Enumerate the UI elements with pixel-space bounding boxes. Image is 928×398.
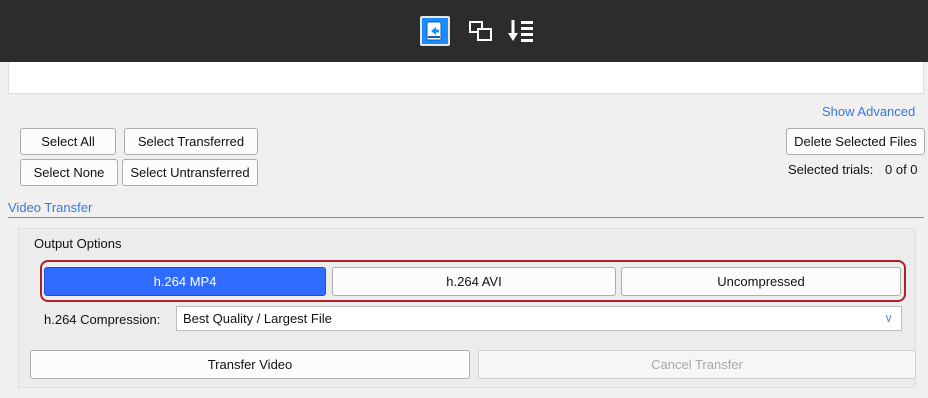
chevron-down-icon: ∨: [884, 311, 893, 325]
file-list-area[interactable]: [8, 62, 924, 94]
video-transfer-title: Video Transfer: [8, 200, 93, 215]
select-untransferred-button[interactable]: Select Untransferred: [122, 159, 258, 186]
selected-trials-value: 0 of 0: [885, 162, 918, 177]
format-avi-button[interactable]: h.264 AVI: [332, 267, 616, 296]
selected-trials-label: Selected trials:: [788, 162, 874, 177]
sort-download-icon[interactable]: [506, 16, 536, 46]
copy-windows-icon[interactable]: [466, 16, 496, 46]
video-transfer-icon[interactable]: [420, 16, 450, 46]
top-toolbar: [0, 0, 928, 62]
show-advanced-link[interactable]: Show Advanced: [822, 104, 915, 119]
cancel-transfer-button[interactable]: Cancel Transfer: [478, 350, 916, 379]
compression-label: h.264 Compression:: [44, 312, 161, 327]
format-mp4-button[interactable]: h.264 MP4: [44, 267, 326, 296]
select-all-button[interactable]: Select All: [20, 128, 116, 155]
output-options-label: Output Options: [34, 236, 122, 251]
select-none-button[interactable]: Select None: [20, 159, 118, 186]
compression-select[interactable]: Best Quality / Largest File ∨: [176, 306, 902, 331]
select-transferred-button[interactable]: Select Transferred: [124, 128, 258, 155]
delete-selected-files-button[interactable]: Delete Selected Files: [786, 128, 925, 155]
compression-value: Best Quality / Largest File: [183, 311, 332, 326]
format-uncompressed-button[interactable]: Uncompressed: [621, 267, 901, 296]
transfer-video-button[interactable]: Transfer Video: [30, 350, 470, 379]
section-divider: [8, 217, 924, 218]
